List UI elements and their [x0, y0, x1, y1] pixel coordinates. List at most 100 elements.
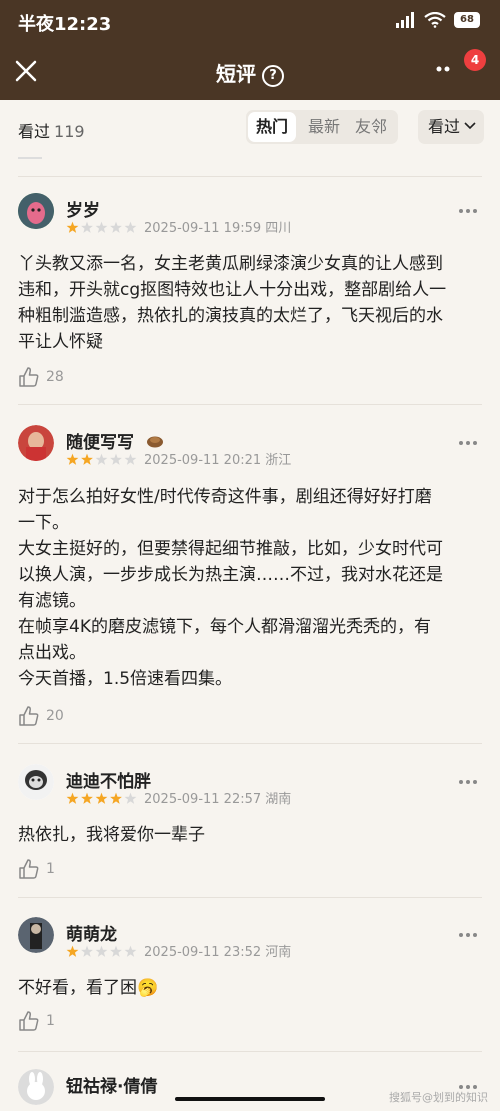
- review-time: 2025-09-11 22:57: [144, 792, 262, 807]
- divider: [18, 897, 482, 898]
- review-line: 有滤镜。: [18, 591, 86, 611]
- review-more-icon[interactable]: [458, 440, 478, 446]
- review-line: 种粗制滥造感，热依扎的演技真的太烂了，飞天视后的水: [18, 306, 443, 326]
- star-icon: [95, 453, 108, 465]
- review-more-icon[interactable]: [458, 208, 478, 214]
- review-text: 对于怎么拍好女性/时代传奇这件事，剧组还得好好打磨 一下。 大女主挺好的，但要禁…: [18, 484, 482, 692]
- star-icon: [81, 792, 93, 804]
- page-title: 短评?: [0, 58, 500, 87]
- review-time: 2025-09-11 19:59: [144, 221, 262, 236]
- review-line: 丫头教又添一名，女主老黄瓜刷绿漆演少女真的让人感到: [18, 254, 443, 274]
- sort-tabs: 热门 最新 友邻: [246, 110, 398, 144]
- review-line: 以换人演，一步步成长为热主演……不过，我对水花还是: [18, 565, 443, 585]
- avatar[interactable]: [18, 1069, 54, 1105]
- page-title-text: 短评: [216, 62, 256, 86]
- tab-latest[interactable]: 最新: [302, 110, 346, 144]
- star-icon: [124, 792, 137, 804]
- seen-count: 看过 119: [18, 118, 85, 142]
- filter-bar: 看过 119 热门 最新 友邻 看过: [0, 100, 500, 154]
- star-icon: [66, 221, 79, 233]
- review-line: 平让人怀疑: [18, 332, 103, 352]
- like-button[interactable]: 28: [18, 366, 64, 388]
- star-icon: [124, 221, 137, 233]
- thumbs-up-icon: [19, 1011, 39, 1031]
- star-icon: [124, 453, 137, 465]
- notification-badge[interactable]: 4: [464, 49, 486, 71]
- review-line: 在帧享4K的磨皮滤镜下，每个人都滑溜溜光秃秃的，有: [18, 617, 431, 637]
- seen-label: 看过: [18, 122, 51, 141]
- wifi-icon: [424, 12, 446, 28]
- app-bar: 短评? 4: [0, 42, 500, 100]
- star-icon: [110, 453, 122, 465]
- review-more-icon[interactable]: [458, 779, 478, 785]
- review-line: 今天首播，1.5倍速看四集。: [18, 669, 233, 689]
- review-line: 点出戏。: [18, 643, 86, 663]
- divider: [18, 404, 482, 405]
- star-icon: [124, 945, 137, 957]
- review-more-icon[interactable]: [458, 932, 478, 938]
- star-icon: [95, 792, 108, 804]
- star-icon: [95, 221, 108, 233]
- rating-stars: [66, 792, 138, 809]
- review-line: 对于怎么拍好女性/时代传奇这件事，剧组还得好好打磨: [18, 487, 432, 507]
- help-icon[interactable]: ?: [262, 65, 284, 87]
- review-location: 四川: [265, 221, 292, 236]
- seen-number: 119: [54, 122, 85, 141]
- star-icon: [95, 945, 108, 957]
- star-icon: [81, 221, 93, 233]
- seen-filter-label: 看过: [428, 117, 461, 136]
- chevron-down-icon: [464, 122, 476, 130]
- review-meta: 2025-09-11 19:59 四川: [66, 217, 291, 238]
- review-text: 丫头教又添一名，女主老黄瓜刷绿漆演少女真的让人感到 违和，开头就cg抠图特效也让…: [18, 251, 482, 355]
- avatar[interactable]: [18, 764, 54, 800]
- review-text: 热依扎，我将爱你一辈子: [18, 822, 482, 848]
- like-count: 1: [46, 1013, 55, 1029]
- review-author[interactable]: 钮祜禄·倩倩: [66, 1072, 157, 1097]
- review-meta: 2025-09-11 22:57 湖南: [66, 788, 291, 809]
- like-button[interactable]: 20: [18, 705, 64, 727]
- scroll-fragment: [18, 157, 42, 159]
- like-count: 20: [46, 708, 64, 724]
- like-button[interactable]: 1: [18, 858, 55, 880]
- like-count: 28: [46, 369, 64, 385]
- review-line: 不好看，看了困🥱: [18, 978, 159, 998]
- review-time: 2025-09-11 23:52: [144, 945, 262, 960]
- avatar[interactable]: [18, 917, 54, 953]
- more-options-icon[interactable]: [436, 64, 458, 74]
- seen-filter-dropdown[interactable]: 看过: [418, 110, 484, 144]
- star-icon: [81, 453, 93, 465]
- rating-stars: [66, 221, 138, 238]
- avatar[interactable]: [18, 193, 54, 229]
- watermark: 搜狐号@划到的知识: [389, 1091, 488, 1104]
- divider: [18, 1051, 482, 1052]
- avatar[interactable]: [18, 425, 54, 461]
- thumbs-up-icon: [19, 706, 39, 726]
- like-count: 1: [46, 861, 55, 877]
- battery-icon: 68: [454, 12, 480, 28]
- review-line: 大女主挺好的，但要禁得起细节推敲，比如，少女时代可: [18, 539, 443, 559]
- home-indicator[interactable]: [175, 1097, 325, 1101]
- rating-stars: [66, 453, 138, 470]
- thumbs-up-icon: [19, 367, 39, 387]
- status-icons: 68: [396, 12, 480, 28]
- rating-stars: [66, 945, 138, 962]
- review-location: 浙江: [265, 453, 292, 468]
- review-meta: 2025-09-11 23:52 河南: [66, 941, 291, 962]
- review-location: 河南: [265, 945, 292, 960]
- star-icon: [110, 221, 122, 233]
- tab-friends[interactable]: 友邻: [349, 110, 393, 144]
- tab-hot[interactable]: 热门: [248, 112, 296, 142]
- star-icon: [66, 453, 79, 465]
- status-time: 半夜12:23: [18, 14, 112, 35]
- like-button[interactable]: 1: [18, 1010, 55, 1032]
- review-location: 湖南: [265, 792, 292, 807]
- review-line: 一下。: [18, 513, 69, 533]
- star-icon: [110, 792, 122, 804]
- signal-icon: [396, 12, 414, 28]
- star-icon: [66, 945, 79, 957]
- star-icon: [110, 945, 122, 957]
- thumbs-up-icon: [19, 859, 39, 879]
- user-badge-icon: [146, 436, 163, 448]
- star-icon: [66, 792, 79, 804]
- review-text: 不好看，看了困🥱: [18, 975, 482, 1001]
